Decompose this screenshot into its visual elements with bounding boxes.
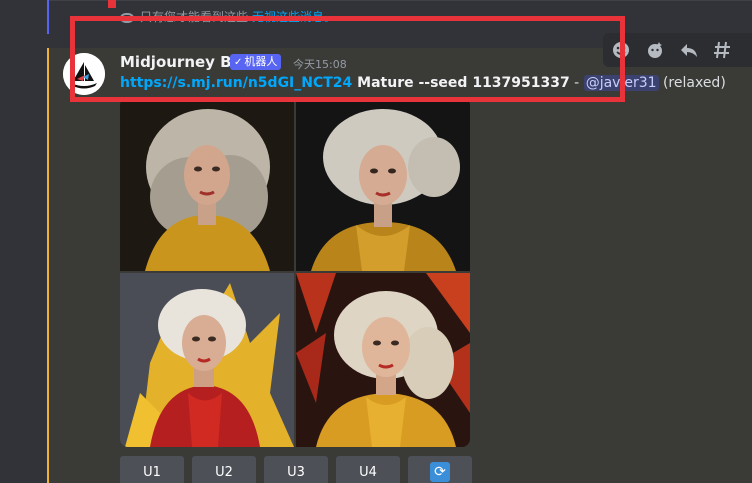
message-toolbar — [603, 33, 752, 67]
action-buttons: U1 U2 U3 U4 ⟳ — [120, 456, 472, 483]
grid-image-1[interactable] — [120, 97, 294, 271]
thread-icon[interactable] — [713, 40, 733, 60]
grid-image-2[interactable] — [296, 97, 470, 271]
thread-line — [47, 0, 49, 34]
super-reaction-icon[interactable] — [645, 40, 665, 60]
top-divider — [48, 0, 752, 1]
upscale-4-button[interactable]: U4 — [336, 456, 400, 483]
grid-image-4[interactable] — [296, 273, 470, 447]
image-grid[interactable] — [120, 97, 470, 447]
highlight-bar — [47, 48, 49, 483]
upscale-1-button[interactable]: U1 — [120, 456, 184, 483]
upscale-2-button[interactable]: U2 — [192, 456, 256, 483]
mode-text: (relaxed) — [658, 75, 726, 91]
reroll-button[interactable]: ⟳ — [408, 456, 472, 483]
reply-icon[interactable] — [679, 40, 699, 60]
refresh-icon: ⟳ — [430, 462, 450, 482]
annotation-box — [70, 16, 625, 102]
grid-image-3[interactable] — [120, 273, 294, 447]
upscale-3-button[interactable]: U3 — [264, 456, 328, 483]
annotation-mark — [108, 0, 116, 8]
